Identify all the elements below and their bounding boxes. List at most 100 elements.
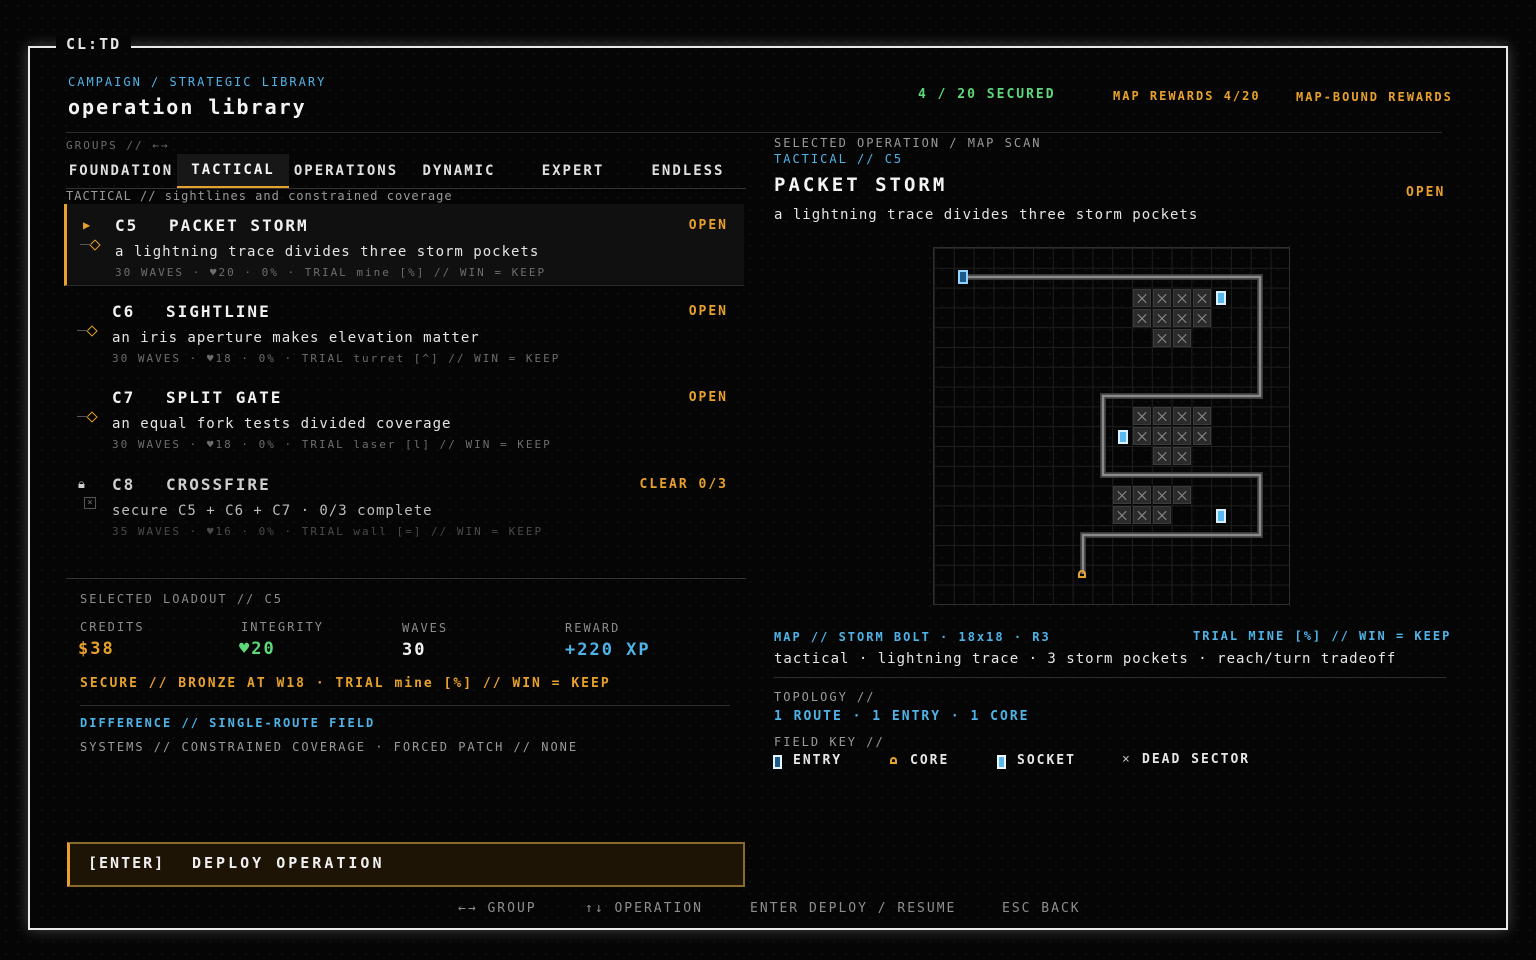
dead-sector-icon bbox=[1173, 289, 1191, 307]
op-meta: 30 WAVES · ♥20 · 0% · TRIAL mine [%] // … bbox=[115, 266, 547, 279]
dead-sector-icon: × bbox=[1122, 752, 1130, 767]
tab-endless[interactable]: ENDLESS bbox=[631, 154, 745, 188]
lock-icon: 🔒︎ bbox=[78, 477, 85, 492]
tab-operations[interactable]: OPERATIONS bbox=[289, 154, 403, 188]
op-meta: 30 WAVES · ♥18 · 0% · TRIAL laser [l] //… bbox=[112, 438, 552, 451]
selected-marker-icon: ▶ bbox=[83, 218, 91, 232]
dead-sector-icon bbox=[1133, 427, 1151, 445]
hint-deploy: ENTER DEPLOY / RESUME bbox=[750, 901, 957, 916]
operation-item-c8[interactable]: 🔒︎ × C8 CROSSFIRE CLEAR 0/3 secure C5 + … bbox=[64, 463, 744, 545]
dead-sector-icon bbox=[1193, 309, 1211, 327]
reward-value: +220 XP bbox=[565, 640, 651, 660]
dead-sector-icon bbox=[1173, 309, 1191, 327]
entry-icon bbox=[773, 755, 782, 769]
socket-icon bbox=[1216, 291, 1226, 305]
diamond-icon bbox=[89, 239, 101, 251]
tab-tactical[interactable]: TACTICAL bbox=[177, 154, 289, 188]
tab-expert[interactable]: EXPERT bbox=[515, 154, 631, 188]
op-name: SIGHTLINE bbox=[166, 302, 271, 321]
map-line: MAP // STORM BOLT · 18x18 · R3 bbox=[774, 630, 1051, 644]
connector-line bbox=[77, 416, 88, 417]
core-icon bbox=[890, 757, 897, 764]
op-meta: 30 WAVES · ♥18 · 0% · TRIAL turret [^] /… bbox=[112, 352, 561, 365]
dead-sector-icon bbox=[1173, 427, 1191, 445]
groups-label: GROUPS // ←→ bbox=[66, 139, 170, 152]
op-code: C8 bbox=[112, 475, 136, 494]
credits-value: $38 bbox=[78, 639, 115, 659]
deploy-button[interactable]: [ENTER] DEPLOY OPERATION bbox=[67, 842, 745, 887]
waves-label: WAVES bbox=[402, 621, 449, 635]
dead-sector-icon bbox=[1173, 329, 1191, 347]
dead-sector-icon bbox=[1153, 329, 1171, 347]
op-desc: a lightning trace divides three storm po… bbox=[115, 244, 540, 260]
dead-sector-icon bbox=[1153, 309, 1171, 327]
dead-sector-icon bbox=[1133, 486, 1151, 504]
waves-value: 30 bbox=[402, 640, 427, 660]
loadout-label: SELECTED LOADOUT // C5 bbox=[80, 592, 283, 606]
trial-line: TRIAL MINE [%] // WIN = KEEP bbox=[1193, 629, 1452, 643]
operation-item-c7[interactable]: C7 SPLIT GATE OPEN an equal fork tests d… bbox=[64, 376, 744, 458]
detail-label: SELECTED OPERATION / MAP SCAN bbox=[774, 136, 1042, 150]
dead-sector-icon bbox=[1153, 407, 1171, 425]
dead-sector-icon bbox=[1193, 289, 1211, 307]
detail-title: PACKET STORM bbox=[774, 174, 948, 196]
dead-sector-icon bbox=[1133, 407, 1151, 425]
core-icon bbox=[1078, 570, 1086, 578]
fieldkey-label: FIELD KEY // bbox=[774, 735, 885, 749]
page-title: operation library bbox=[68, 95, 307, 119]
locked-box-icon: × bbox=[84, 497, 96, 509]
dead-sector-icon bbox=[1153, 427, 1171, 445]
systems-line: SYSTEMS // CONSTRAINED COVERAGE · FORCED… bbox=[80, 740, 579, 754]
op-status: OPEN bbox=[688, 304, 728, 319]
op-desc: an equal fork tests divided coverage bbox=[112, 416, 452, 432]
socket-icon bbox=[997, 755, 1006, 769]
dead-sector-icon bbox=[1193, 407, 1211, 425]
op-name: PACKET STORM bbox=[169, 216, 309, 235]
dead-sector-icon bbox=[1153, 289, 1171, 307]
credits-label: CREDITS bbox=[80, 620, 145, 634]
op-desc: secure C5 + C6 + C7 · 0/3 complete bbox=[112, 503, 433, 519]
dead-sector-icon bbox=[1193, 427, 1211, 445]
socket-icon bbox=[1118, 430, 1128, 444]
operation-item-c6[interactable]: C6 SIGHTLINE OPEN an iris aperture makes… bbox=[64, 290, 744, 372]
list-divider bbox=[66, 578, 746, 579]
key-core-label: CORE bbox=[910, 753, 950, 768]
header-divider bbox=[66, 132, 1442, 133]
dead-sector-icon bbox=[1173, 447, 1191, 465]
op-status: OPEN bbox=[688, 390, 728, 405]
tab-foundation[interactable]: FOUNDATION bbox=[66, 154, 176, 188]
op-name: SPLIT GATE bbox=[166, 388, 283, 407]
diamond-icon bbox=[86, 411, 98, 423]
op-meta: 35 WAVES · ♥16 · 0% · TRIAL wall [=] // … bbox=[112, 525, 544, 538]
hint-operation: ↑↓ OPERATION bbox=[585, 901, 703, 916]
key-entry-label: ENTRY bbox=[793, 753, 843, 768]
loadout-divider bbox=[80, 705, 730, 706]
map-tags: tactical · lightning trace · 3 storm poc… bbox=[774, 651, 1397, 667]
dead-sector-icon bbox=[1173, 486, 1191, 504]
group-subtitle: TACTICAL // sightlines and constrained c… bbox=[66, 189, 453, 203]
tab-dynamic[interactable]: DYNAMIC bbox=[403, 154, 515, 188]
detail-sub: TACTICAL // C5 bbox=[774, 152, 904, 166]
topology-label: TOPOLOGY // bbox=[774, 690, 876, 704]
map-rewards: MAP REWARDS 4/20 bbox=[1113, 89, 1261, 103]
hint-group: ←→ GROUP bbox=[458, 901, 537, 916]
op-status: OPEN bbox=[688, 218, 728, 233]
app-title: CL:TD bbox=[56, 35, 132, 53]
key-socket-label: SOCKET bbox=[1017, 753, 1076, 768]
dead-sector-icon bbox=[1153, 447, 1171, 465]
dead-sector-icon bbox=[1133, 289, 1151, 307]
operation-item-c5[interactable]: ▶ C5 PACKET STORM OPEN a lightning trace… bbox=[64, 204, 744, 286]
deploy-key: [ENTER] bbox=[88, 854, 166, 872]
reward-label: REWARD bbox=[565, 621, 621, 635]
detail-divider bbox=[774, 677, 1446, 678]
connector-line bbox=[77, 330, 88, 331]
detail-desc: a lightning trace divides three storm po… bbox=[774, 207, 1199, 223]
diamond-icon bbox=[86, 325, 98, 337]
hint-back: ESC BACK bbox=[1002, 901, 1081, 916]
secured-count: 4 / 20 SECURED bbox=[918, 87, 1056, 102]
socket-icon bbox=[1216, 509, 1226, 523]
topology-values: 1 ROUTE · 1 ENTRY · 1 CORE bbox=[774, 709, 1030, 724]
route-path bbox=[963, 274, 1263, 574]
dead-sector-icon bbox=[1153, 486, 1171, 504]
difference-line: DIFFERENCE // SINGLE-ROUTE FIELD bbox=[80, 716, 376, 730]
